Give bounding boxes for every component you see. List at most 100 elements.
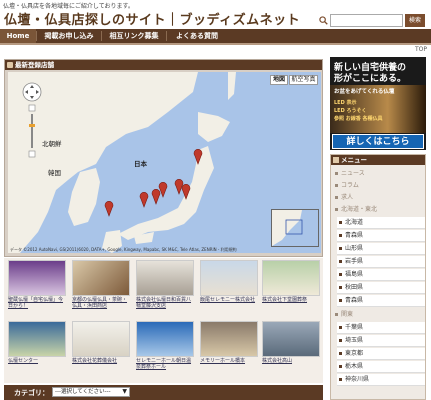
menu-item-jobs[interactable]: 求人: [333, 192, 425, 204]
nav-underline: [0, 43, 431, 45]
store-photo[interactable]: [72, 321, 130, 357]
menu-item-label: 求人: [341, 194, 354, 201]
menu-item-prefecture[interactable]: 北海道: [337, 217, 425, 229]
search-button[interactable]: 検索: [405, 14, 425, 27]
nav-item-faq[interactable]: よくある質問: [168, 29, 226, 43]
map-marker-icon: [139, 192, 149, 208]
bullet-icon: [339, 352, 342, 355]
banner-feature: LED 表示: [334, 100, 357, 106]
search-icon: [319, 16, 328, 25]
store-photo[interactable]: [136, 260, 194, 296]
search-box: 検索: [318, 14, 426, 28]
bullet-icon: [339, 234, 342, 237]
minimap-canvas: [272, 210, 303, 246]
menu-item-label: ニュース: [341, 170, 365, 177]
satellite-view-button[interactable]: 航空写真: [289, 75, 318, 85]
nav-item-links[interactable]: 相互リンク募集: [103, 29, 165, 43]
store-photo[interactable]: [72, 260, 130, 296]
map-panel-title: 最新登録店舗: [15, 61, 54, 69]
nav-item-home[interactable]: Home: [0, 29, 36, 43]
store-thumbnails: 聖蔵仏壇「自宅仏壇」今日から！ 京都の仏壇仏具・茶碗・仏具・浜田商店 株式会社仏…: [4, 258, 323, 383]
store-photo[interactable]: [8, 321, 66, 357]
store-photo[interactable]: [136, 321, 194, 357]
menu-item-label: 栃木県: [345, 363, 364, 370]
store-caption[interactable]: 聖蔵仏壇「自宅仏壇」今日から！: [8, 297, 66, 309]
menu-item-column[interactable]: コラム: [333, 180, 425, 192]
bullet-icon: [339, 247, 342, 250]
search-input[interactable]: [330, 14, 403, 27]
panel-header-icon: [7, 62, 13, 68]
store-caption[interactable]: 仏壇センター: [8, 358, 66, 364]
menu-header-icon: [333, 157, 339, 163]
store-caption[interactable]: 京都の仏壇仏具・茶碗・仏具・浜田商店: [72, 297, 130, 309]
details-button[interactable]: 詳しくはこちら: [332, 134, 424, 149]
menu-item-prefecture[interactable]: 山形県: [337, 243, 425, 255]
store-photo[interactable]: [200, 321, 258, 357]
menu-item-prefecture[interactable]: 福島県: [337, 269, 425, 281]
menu-item-prefecture[interactable]: 青森県: [337, 230, 425, 242]
map-view-button[interactable]: 地図: [270, 75, 288, 85]
menu-item-prefecture[interactable]: 埼玉県: [337, 335, 425, 347]
map-attribution: データ ©2012 AutoNavi, GS(2011)6020, DATA+,…: [10, 247, 237, 252]
bullet-icon: [339, 299, 342, 302]
map-marker-icon: [151, 189, 161, 205]
store-photo[interactable]: [200, 260, 258, 296]
overview-minimap[interactable]: [271, 209, 319, 247]
menu-item-kanto[interactable]: 関東: [333, 309, 425, 321]
memorial-ad-banner[interactable]: 新しい自宅供養の 形がここにある。 お盆をあげてくれる仏壇 LED 表示 LED…: [330, 57, 426, 150]
store-map[interactable]: 地図 航空写真 北朝鮮 韓国 日本 データ ©2012 AutoNavi, GS…: [8, 72, 321, 253]
menu-item-news[interactable]: ニュース: [333, 168, 425, 180]
menu-item-label: 青森県: [345, 232, 364, 239]
map-marker-icon: [158, 182, 168, 198]
menu-item-label: 福島県: [345, 271, 364, 278]
map-land-korea: [68, 168, 100, 226]
menu-item-label: 岩手県: [345, 258, 364, 265]
store-caption[interactable]: セレモニーホール朝日温泉葬祭ホール: [136, 358, 194, 370]
map-panel-header: 最新登録店舗: [5, 60, 322, 70]
store-caption[interactable]: 株式会社花葬儀会社: [72, 358, 130, 364]
banner-feature: 参照 お線香 各種仏具: [334, 116, 383, 122]
map-label-japan: 日本: [134, 160, 147, 168]
menu-item-label: コラム: [341, 182, 359, 189]
menu-item-prefecture[interactable]: 青森県: [337, 295, 425, 307]
bullet-icon: [335, 172, 338, 175]
bullet-icon: [339, 273, 342, 276]
minimap-land: [272, 210, 302, 246]
menu-item-label: 青森県: [345, 297, 364, 304]
site-title[interactable]: 仏壇・仏具店探しのサイト｜ブッディズムネット: [4, 9, 300, 28]
map-label-north-korea: 北朝鮮: [42, 140, 62, 148]
store-caption[interactable]: メモリーホール橋本: [200, 358, 258, 364]
nav-divider: [101, 31, 102, 41]
menu-item-prefecture[interactable]: 秋田県: [337, 282, 425, 294]
store-photo[interactable]: [262, 260, 320, 296]
chevron-down-icon: ▼: [122, 388, 127, 395]
menu-item-label: 秋田県: [345, 284, 364, 291]
store-caption[interactable]: 株式会社仏壇日和百貨八幡堂藤沢支店: [136, 297, 194, 309]
menu-item-label: 神奈川県: [345, 376, 370, 383]
nav-item-apply[interactable]: 掲載お申し込み: [38, 29, 100, 43]
menu-item-prefecture[interactable]: 千葉県: [337, 322, 425, 334]
bullet-icon: [339, 286, 342, 289]
bullet-icon: [339, 326, 342, 329]
category-selected-value: ---選択してください---: [55, 389, 111, 395]
menu-item-prefecture[interactable]: 東京都: [337, 348, 425, 360]
menu-item-label: 北海道: [345, 219, 364, 226]
map-land-hokkaido: [198, 112, 230, 142]
category-select[interactable]: ---選択してください--- ▼: [52, 387, 130, 397]
map-pan-control-icon[interactable]: [22, 82, 42, 102]
top-link[interactable]: TOP: [415, 46, 427, 53]
store-caption[interactable]: 株式会社高山: [262, 358, 320, 364]
menu-item-prefecture[interactable]: 神奈川県: [337, 374, 425, 386]
latest-stores-panel: 最新登録店舗 地図 航空写真 北朝鮮 韓国 日本 データ ©2012 AutoN…: [4, 59, 323, 257]
menu-item-prefecture[interactable]: 岩手県: [337, 256, 425, 268]
bullet-icon: [339, 378, 342, 381]
store-caption[interactable]: 飯尾セレモニー株式会社: [200, 297, 258, 303]
menu-item-prefecture[interactable]: 栃木県: [337, 361, 425, 373]
menu-item-label: 埼玉県: [345, 337, 364, 344]
bullet-icon: [335, 208, 338, 211]
menu-header: メニュー: [331, 155, 425, 165]
store-caption[interactable]: 株式会社下堂園葬祭: [262, 297, 320, 303]
store-photo[interactable]: [8, 260, 66, 296]
menu-item-hokkaido-tohoku[interactable]: 北海道・東北: [333, 204, 425, 216]
store-photo[interactable]: [262, 321, 320, 357]
